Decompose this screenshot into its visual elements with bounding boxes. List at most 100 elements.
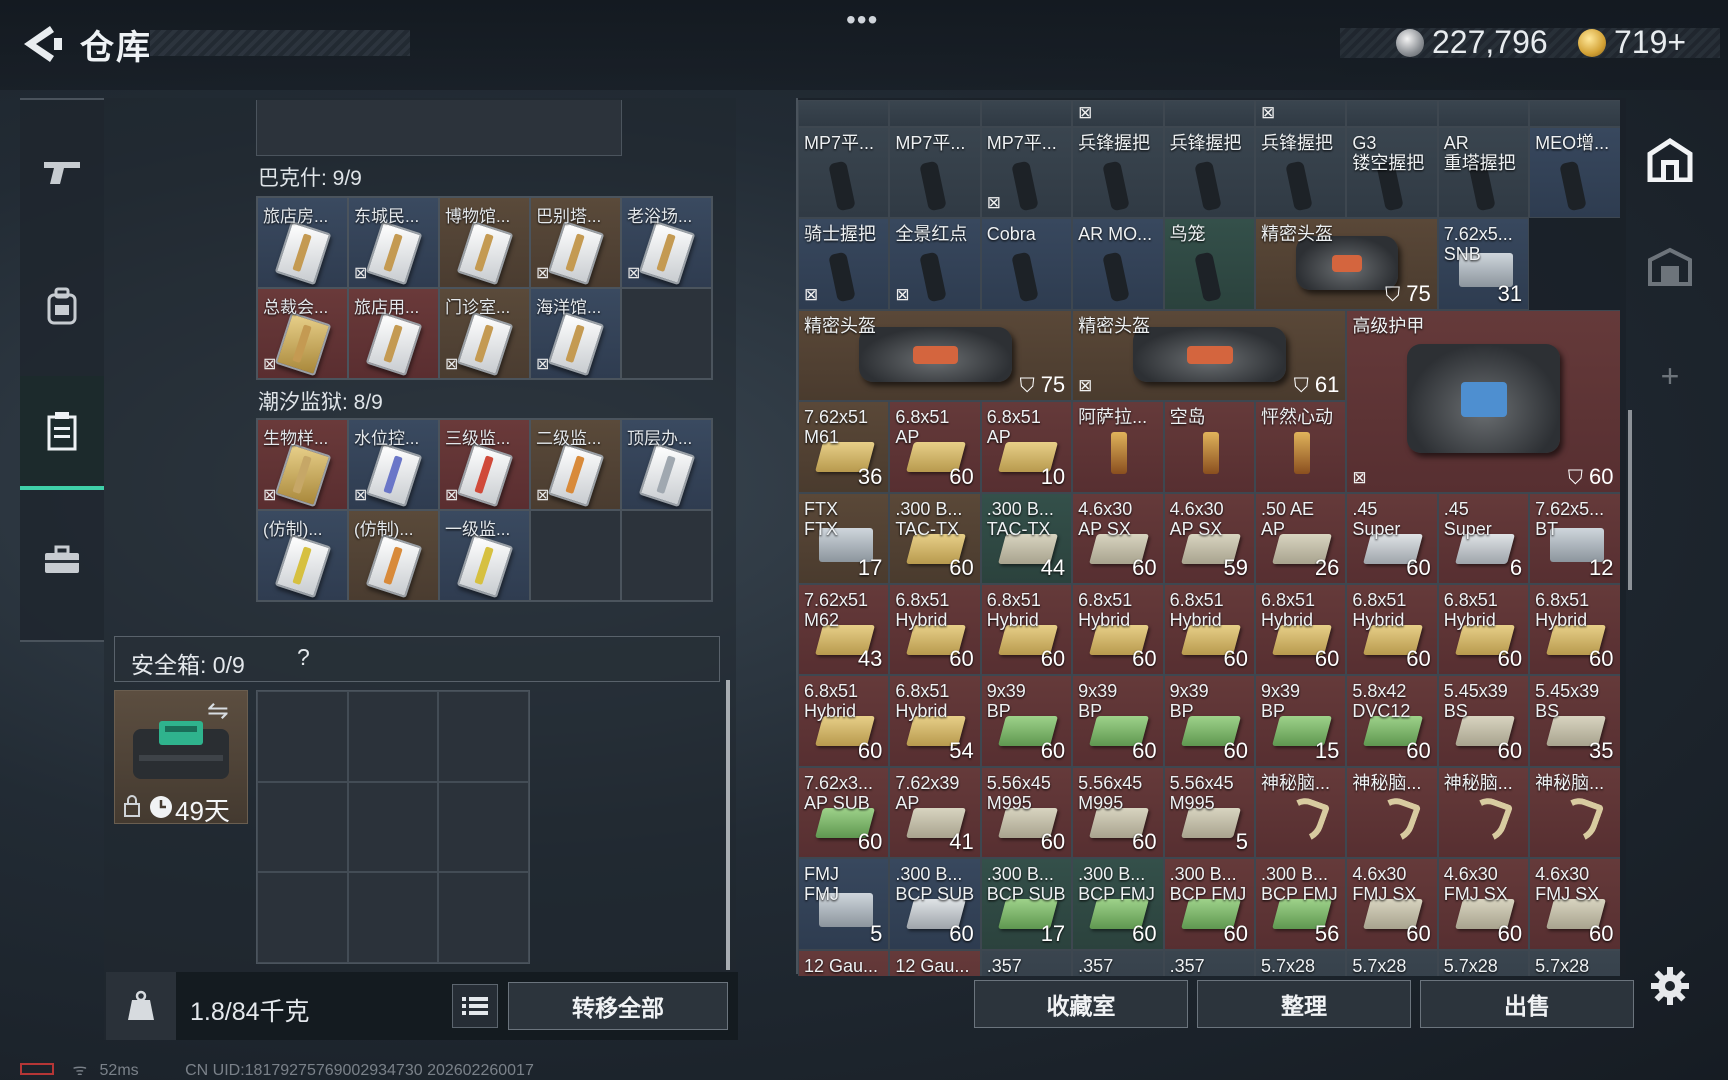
warehouse-item[interactable]: 6.8x51 Hybrid 60 <box>1346 583 1438 676</box>
warehouse-item[interactable]: G3 镂空握把 <box>1346 127 1438 219</box>
warehouse-item[interactable]: 全景红点 ⊠ <box>889 218 981 310</box>
warehouse-item[interactable]: 9x39 BP 60 <box>1163 675 1255 767</box>
sort-button[interactable]: 整理 <box>1197 980 1411 1028</box>
warehouse-item[interactable]: 骑士握把 ⊠ <box>798 218 890 310</box>
warehouse-item[interactable]: 神秘脑... <box>1529 766 1620 859</box>
warehouse-item[interactable]: 高级护甲 ⛉ 60 ⊠ <box>1346 309 1620 493</box>
warehouse-item[interactable]: 9x39 BP 60 <box>980 675 1073 767</box>
warehouse-item[interactable]: 6.8x51 Hybrid 54 <box>889 675 981 767</box>
warehouse-item[interactable]: 4.6x30 FMJ SX 60 <box>1529 858 1620 950</box>
warehouse-item[interactable]: 兵锋握把 <box>1072 127 1164 219</box>
keycard-slot[interactable]: 旅店房... <box>257 197 348 288</box>
warehouse-cell-partial[interactable]: ⊠ <box>1254 100 1347 127</box>
nav-storage[interactable] <box>20 376 104 490</box>
warehouse-item[interactable]: 6.8x51 Hybrid 60 <box>1163 583 1255 676</box>
warehouse-item[interactable]: MP7平... <box>889 127 981 219</box>
keycard-slot[interactable]: 巴别塔... ⊠ <box>530 197 621 288</box>
warehouse-item[interactable]: 5.45x39 BS 60 <box>1437 675 1530 767</box>
warehouse-item[interactable]: 5.7x28 <box>1346 949 1438 976</box>
safe-case-item[interactable]: ⇋ 49天 <box>114 690 248 826</box>
warehouse-item[interactable]: 神秘脑... <box>1437 766 1530 859</box>
warehouse-item[interactable]: 4.6x30 AP SX 60 <box>1072 492 1164 584</box>
storage-ii-button[interactable] <box>1640 236 1700 296</box>
warehouse-item[interactable]: 5.7x28 <box>1437 949 1530 976</box>
keycard-slot[interactable]: 老浴场... ⊠ <box>621 197 712 288</box>
keycard-slot[interactable]: 旅店用... <box>348 288 439 379</box>
warehouse-item[interactable]: 6.8x51 Hybrid 60 <box>1072 583 1164 676</box>
warehouse-item[interactable]: MEO增... <box>1529 127 1620 219</box>
keycard-slot[interactable]: (仿制)... <box>348 510 439 601</box>
warehouse-item[interactable]: 空岛 <box>1163 401 1255 493</box>
keycard-slot[interactable]: (仿制)... <box>257 510 348 601</box>
keycard-slot[interactable]: 门诊室... ⊠ <box>439 288 530 379</box>
warehouse-item[interactable]: 6.8x51 Hybrid 60 <box>889 583 981 676</box>
warehouse-item[interactable]: .357 <box>1072 949 1164 976</box>
weight-button[interactable] <box>106 972 176 1040</box>
warehouse-item[interactable]: 神秘脑... <box>1254 766 1347 859</box>
warehouse-item[interactable]: 12 Gau... 龙息弹19 <box>798 949 890 976</box>
warehouse-item[interactable]: .300 B... TAC-TX 60 <box>889 492 981 584</box>
warehouse-item[interactable]: .357 <box>1163 949 1255 976</box>
warehouse-item[interactable]: FMJ FMJ 5 <box>798 858 890 950</box>
warehouse-item[interactable]: .357 <box>980 949 1073 976</box>
warehouse-cell-partial[interactable] <box>1346 100 1438 127</box>
warehouse-item[interactable]: 兵锋握把 <box>1254 127 1347 219</box>
warehouse-item[interactable]: 12 Gau... AP-2020 <box>889 949 981 976</box>
warehouse-item[interactable]: 7.62x5... SNB 31 <box>1437 218 1530 310</box>
warehouse-item[interactable]: 精密头盔 ⛉ 75 <box>798 309 1073 402</box>
keycard-slot[interactable]: 二级监... ⊠ <box>530 419 621 510</box>
collection-room-button[interactable]: 收藏室 <box>974 980 1188 1028</box>
warehouse-item[interactable]: .300 B... BCP FMJ 60 <box>1072 858 1164 950</box>
warehouse-item[interactable]: 5.7x28 <box>1529 949 1620 976</box>
warehouse-item[interactable]: Cobra <box>980 218 1073 310</box>
warehouse-item[interactable]: MP7平... ⊠ <box>980 127 1073 219</box>
warehouse-item[interactable]: .300 B... BCP SUB 17 <box>980 858 1073 950</box>
safe-slot[interactable] <box>347 781 439 873</box>
warehouse-item[interactable]: 6.8x51 Hybrid 60 <box>1254 583 1347 676</box>
warehouse-item[interactable]: 6.8x51 Hybrid 60 <box>980 583 1073 676</box>
warehouse-item[interactable]: 4.6x30 AP SX 59 <box>1163 492 1255 584</box>
warehouse-item[interactable]: 兵锋握把 <box>1163 127 1255 219</box>
nav-gear[interactable] <box>20 256 104 356</box>
sell-button[interactable]: 出售 <box>1420 980 1634 1028</box>
warehouse-cell-partial[interactable] <box>798 100 890 127</box>
warehouse-item[interactable]: .300 B... BCP SUB 60 <box>889 858 981 950</box>
warehouse-item[interactable]: 6.8x51 Hybrid 60 <box>798 675 890 767</box>
warehouse-item[interactable]: 怦然心动 <box>1254 401 1347 493</box>
warehouse-item[interactable]: .300 B... BCP FMJ 60 <box>1163 858 1255 950</box>
warehouse-item[interactable]: FTX FTX 17 <box>798 492 890 584</box>
warehouse-item[interactable]: 7.62x51 M61 36 <box>798 401 890 493</box>
warehouse-item[interactable]: 9x39 BP 15 <box>1254 675 1347 767</box>
warehouse-item[interactable]: AR 重塔握把 <box>1437 127 1530 219</box>
warehouse-item[interactable]: 4.6x30 FMJ SX 60 <box>1346 858 1438 950</box>
warehouse-cell-partial[interactable] <box>1437 100 1530 127</box>
warehouse-item[interactable]: 精密头盔 ⛉ 75 <box>1254 218 1438 310</box>
warehouse-item[interactable]: 阿萨拉... <box>1072 401 1164 493</box>
safe-slot[interactable] <box>257 691 348 782</box>
warehouse-item[interactable]: 4.6x30 FMJ SX 60 <box>1437 858 1530 950</box>
warehouse-cell-partial[interactable] <box>1163 100 1255 127</box>
back-button[interactable] <box>14 18 64 70</box>
safe-slot[interactable] <box>438 781 529 873</box>
nav-briefcase[interactable] <box>20 510 104 610</box>
warehouse-cell-partial[interactable] <box>1529 100 1620 127</box>
safe-slot[interactable] <box>257 872 348 963</box>
warehouse-item[interactable]: 7.62x39 AP 41 <box>889 766 981 859</box>
warehouse-item[interactable]: .45 Super 6 <box>1437 492 1530 584</box>
safe-slot[interactable] <box>438 691 529 782</box>
help-icon[interactable]: ? <box>297 644 310 671</box>
warehouse-cell-partial[interactable] <box>889 100 981 127</box>
warehouse-item[interactable]: 精密头盔 ⛉ 61 ⊠ <box>1072 309 1347 402</box>
warehouse-item[interactable]: 6.8x51 AP 10 <box>980 401 1073 493</box>
nav-weapons[interactable] <box>20 122 104 222</box>
warehouse-item[interactable]: 5.8x42 DVC12 60 <box>1346 675 1438 767</box>
safe-slot[interactable] <box>257 781 348 873</box>
warehouse-tab-button[interactable] <box>1640 130 1700 190</box>
warehouse-item[interactable]: .45 Super 60 <box>1346 492 1438 584</box>
warehouse-item[interactable]: 6.8x51 AP 60 <box>889 401 981 493</box>
warehouse-item[interactable]: 5.56x45 M995 5 <box>1163 766 1255 859</box>
keycard-slot[interactable]: 生物样... ⊠ <box>257 419 348 510</box>
keycard-slot[interactable]: 海洋馆... ⊠ <box>530 288 621 379</box>
warehouse-item[interactable]: .300 B... TAC-TX 44 <box>980 492 1073 584</box>
warehouse-item[interactable]: .300 B... BCP FMJ 56 <box>1254 858 1347 950</box>
